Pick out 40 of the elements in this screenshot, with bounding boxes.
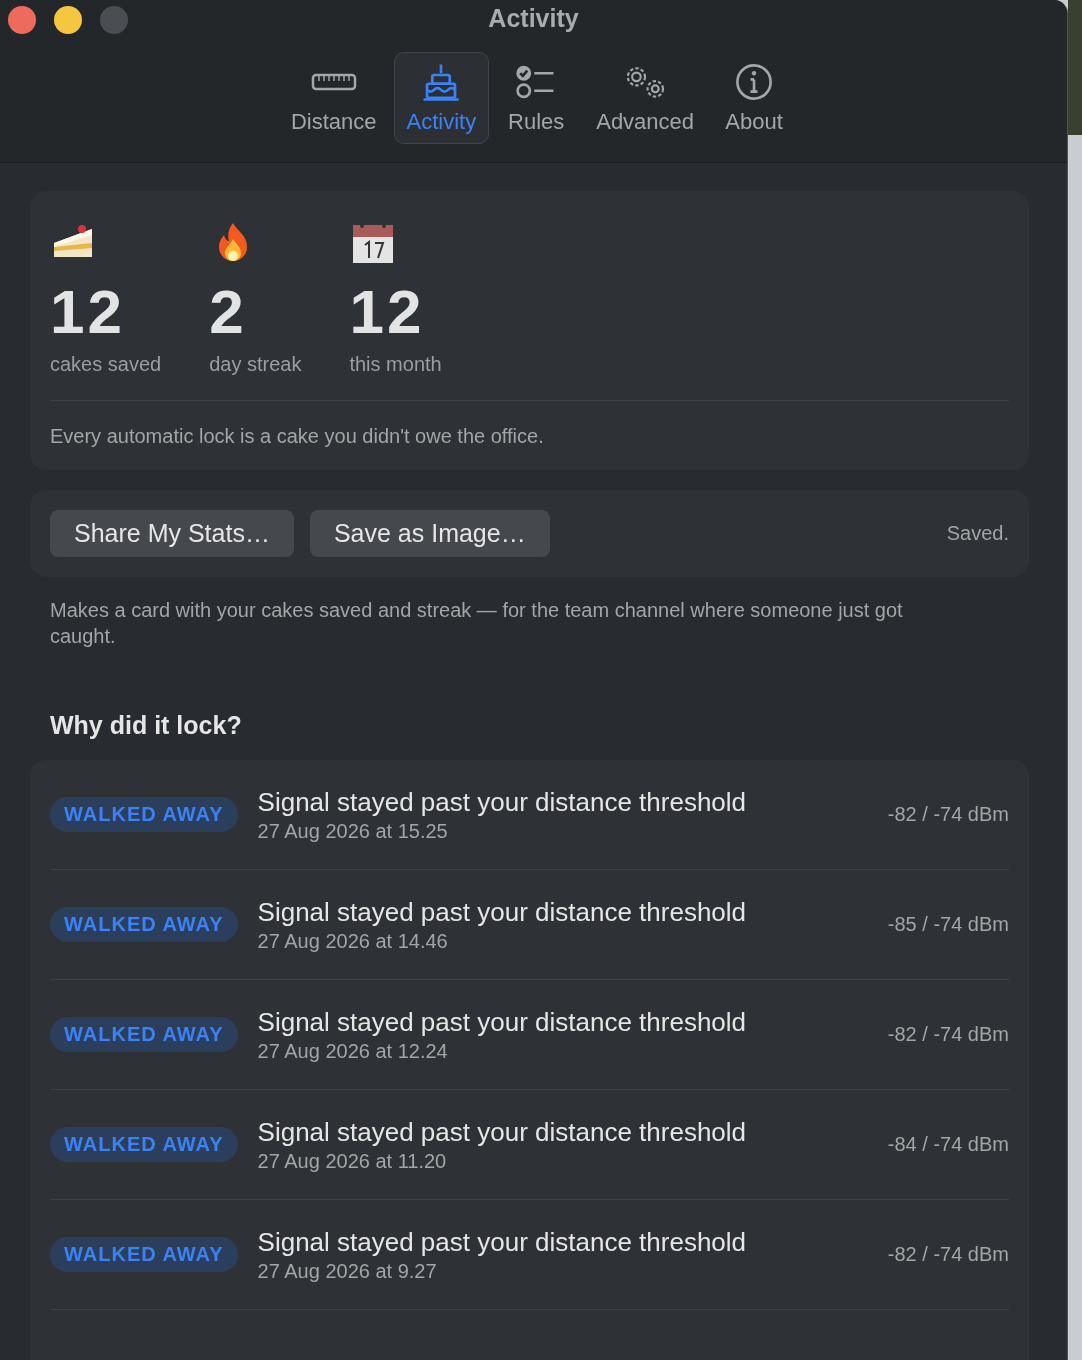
lock-time: 27 Aug 2026 at 14.46 [257,929,449,953]
lock-time: 27 Aug 2026 at 9.27 [257,1259,438,1283]
share-button[interactable]: Save as Image… [309,510,550,557]
reason-badge: WALKED AWAY [50,1237,238,1272]
share-button[interactable]: Share My Stats… [50,510,294,557]
reason-badge: WALKED AWAY [50,1017,238,1052]
save-status: Saved. [946,522,1009,545]
lock-time: 27 Aug 2026 at 11.20 [257,1149,448,1173]
stat-label: cakes saved [50,353,162,376]
lock-time: 27 Aug 2026 at 12.24 [257,1039,449,1063]
toolbar-tab[interactable]: Advanced [583,52,708,144]
toolbar-tab[interactable]: About [711,52,798,144]
section-heading: Why did it lock? [50,711,243,740]
toolbar-tab[interactable]: Distance [277,52,390,144]
lock-title: Signal stayed past your distance threshold [257,1116,747,1148]
lock-time: 27 Aug 2026 at 15.25 [257,819,449,843]
stats-note: Every automatic lock is a cake you didn't owe the office. [50,425,544,447]
lock-title: Signal stayed past your distance threshold [257,896,747,928]
stat-value: 12 [349,281,425,343]
reason-badge: WALKED AWAY [50,797,238,832]
signal-reading: -82 / -74 dBm [887,1243,1009,1266]
stat-label: this month [349,353,442,376]
stat-value: 2 [209,281,247,343]
reason-badge: WALKED AWAY [50,907,238,942]
toolbar-tab[interactable]: Activity [393,52,490,144]
signal-reading: -84 / -74 dBm [887,1133,1009,1156]
lock-title: Signal stayed past your distance threshold [257,1006,747,1038]
signal-reading: -85 / -74 dBm [887,913,1009,936]
share-description: Makes a card with your cakes saved and streak — for the team channel where someone just got caught. [50,598,904,649]
minimize-button[interactable] [54,6,82,34]
reason-badge: WALKED AWAY [50,1127,238,1162]
lock-title: Signal stayed past your distance threshold [257,786,747,818]
close-button[interactable] [8,6,36,34]
signal-reading: -82 / -74 dBm [887,803,1009,826]
toolbar-tab[interactable]: Rules [493,52,580,144]
window-title: Activity [488,3,579,33]
lock-title: Signal stayed past your distance threshold [257,1226,747,1258]
stat-value: 12 [50,281,125,343]
stat-label: day streak [209,353,302,376]
signal-reading: -82 / -74 dBm [887,1023,1009,1046]
